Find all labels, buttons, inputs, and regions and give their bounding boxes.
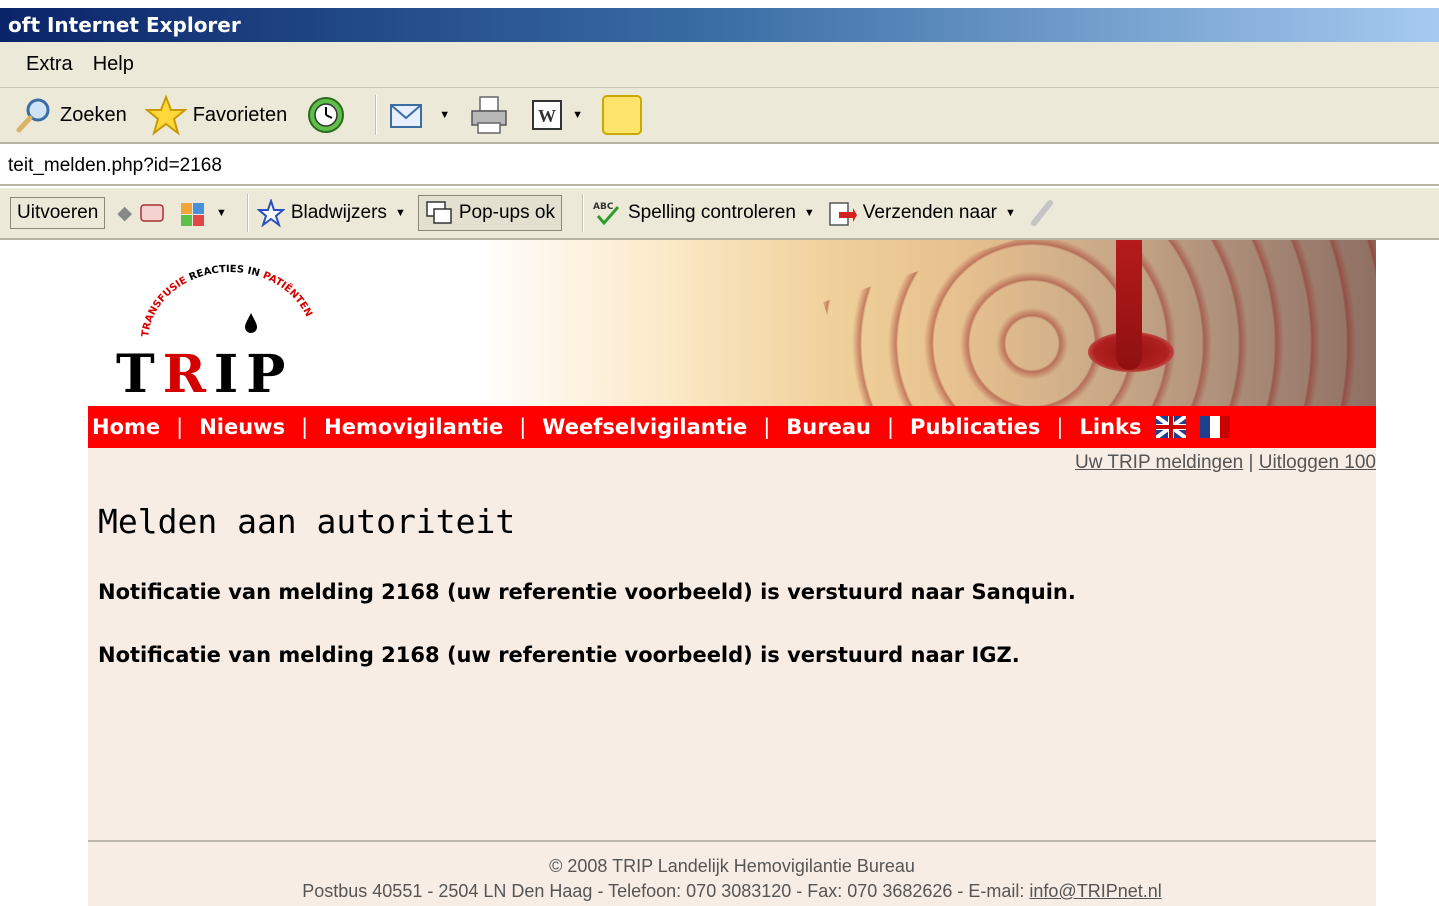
trip-logo[interactable]: TRANSFUSIE REACTIES IN PATIËNTEN TRIP [116, 254, 326, 405]
window-title: oft Internet Explorer [8, 13, 241, 37]
site-header: TRANSFUSIE REACTIES IN PATIËNTEN TRIP [88, 240, 1376, 406]
nav-home[interactable]: Home [92, 415, 160, 439]
nav-separator: | [1056, 415, 1064, 439]
nav-nieuws[interactable]: Nieuws [199, 415, 285, 439]
standard-toolbar: Zoeken Favorieten ▼ W ▼ [0, 88, 1439, 144]
options-button[interactable]: ▼ [178, 198, 227, 228]
svg-text:TRANSFUSIE REACTIES IN PATIËNT: TRANSFUSIE REACTIES IN PATIËNTEN [140, 264, 314, 338]
word-icon: W [532, 100, 563, 130]
french-flag-icon[interactable] [1199, 416, 1230, 438]
address-url[interactable]: teit_melden.php?id=2168 [8, 155, 222, 176]
logo-arc-text: TRANSFUSIE REACTIES IN PATIËNTEN [140, 264, 314, 338]
header-photo-drip [1116, 240, 1142, 370]
chevron-down-icon[interactable]: ▼ [1005, 207, 1016, 219]
chevron-down-icon[interactable]: ▼ [395, 207, 406, 219]
nav-separator: | [763, 415, 771, 439]
favorites-button[interactable]: Favorieten [144, 94, 288, 136]
page-title: Melden aan autoriteit [98, 502, 516, 541]
web-page: TRANSFUSIE REACTIES IN PATIËNTEN TRIP Ho… [88, 240, 1376, 906]
google-toolbar: Uitvoeren ◆ ▼ Bladwijzers ▼ Pop-ups ok A… [0, 188, 1439, 240]
run-button[interactable]: Uitvoeren [10, 197, 106, 229]
popup-icon [426, 201, 452, 224]
nav-separator: | [519, 415, 527, 439]
notification-message: Notificatie van melding 2168 (uw referen… [98, 580, 1076, 604]
logo-arc-middle: REACTIES IN [188, 264, 265, 283]
user-links-separator: | [1248, 452, 1254, 473]
search-button[interactable]: Zoeken [14, 95, 127, 135]
logo-letter-t: T [116, 344, 163, 405]
bookmarks-button[interactable]: Bladwijzers ▼ [256, 199, 406, 227]
footer-contact: Postbus 40551 - 2504 LN Den Haag - Telef… [88, 881, 1376, 902]
highlighter-icon [1030, 200, 1053, 226]
nav-separator: | [886, 415, 895, 439]
history-button[interactable] [305, 94, 347, 136]
popups-label: Pop-ups ok [458, 202, 555, 223]
nav-bureau[interactable]: Bureau [786, 415, 871, 439]
send-icon [829, 202, 857, 226]
footer-address: Postbus 40551 - 2504 LN Den Haag - Telef… [302, 881, 1030, 901]
spellcheck-button[interactable]: ABC Spelling controleren ▼ [592, 198, 815, 228]
pagerank-icon [140, 204, 164, 222]
toolbar-separator [581, 194, 584, 232]
word-button[interactable]: W ▼ [530, 98, 583, 132]
chevron-down-icon[interactable]: ▼ [572, 109, 583, 121]
star-icon [144, 94, 187, 136]
toolbar-separator [246, 194, 249, 232]
nav-weefselvigilantie[interactable]: Weefselvigilantie [542, 415, 747, 439]
address-bar[interactable]: teit_melden.php?id=2168 [0, 146, 1439, 186]
chevron-down-icon[interactable]: ▼ [804, 207, 815, 219]
logout-link[interactable]: Uitloggen 100 [1259, 452, 1376, 473]
header-photo [823, 240, 1376, 406]
run-label: Uitvoeren [17, 202, 99, 223]
uk-flag-icon[interactable] [1155, 416, 1186, 438]
site-nav: Home | Nieuws | Hemovigilantie | Weefsel… [88, 406, 1376, 448]
nav-publicaties[interactable]: Publicaties [910, 415, 1040, 439]
menu-bar: Extra Help [0, 42, 1439, 88]
toolbar-separator [375, 95, 378, 135]
printer-icon [471, 96, 507, 134]
pagerank-button[interactable] [138, 199, 166, 227]
history-icon [308, 97, 345, 133]
spellcheck-icon: ABC [593, 202, 620, 226]
nav-hemovigilantie[interactable]: Hemovigilantie [324, 415, 503, 439]
send-to-button[interactable]: Verzenden naar ▼ [827, 198, 1016, 228]
print-button[interactable] [468, 93, 512, 137]
svg-text:ABC: ABC [593, 202, 614, 212]
menu-help[interactable]: Help [83, 49, 144, 80]
logo-letter-i: I [213, 344, 247, 405]
logo-letter-r: R [162, 344, 214, 405]
popups-button[interactable]: Pop-ups ok [417, 195, 562, 231]
search-icon [16, 98, 50, 133]
logo-letters: TRIP [116, 344, 293, 405]
arrow-icon: ◆ [117, 202, 132, 224]
footer-divider [88, 840, 1376, 842]
note-icon [602, 95, 642, 135]
notification-message: Notificatie van melding 2168 (uw referen… [98, 643, 1020, 667]
spellcheck-label: Spelling controleren [627, 202, 796, 223]
nav-links[interactable]: Links [1080, 415, 1142, 439]
svg-text:W: W [538, 106, 556, 126]
window-title-bar: oft Internet Explorer [0, 8, 1439, 42]
my-reports-link[interactable]: Uw TRIP meldingen [1075, 452, 1243, 473]
blood-drop-icon [245, 313, 257, 333]
user-links: Uw TRIP meldingen | Uitloggen 100 [1075, 448, 1376, 478]
chevron-down-icon[interactable]: ▼ [216, 207, 227, 219]
favorites-label: Favorieten [192, 103, 288, 126]
footer-email-link[interactable]: info@TRIPnet.nl [1029, 881, 1161, 901]
chevron-down-icon[interactable]: ▼ [439, 109, 450, 121]
puzzle-icon [180, 203, 204, 226]
logo-letter-p: P [246, 344, 294, 405]
footer-copyright: © 2008 TRIP Landelijk Hemovigilantie Bur… [549, 856, 915, 876]
mail-icon [390, 104, 423, 128]
nav-separator: | [176, 415, 184, 439]
nav-separator: | [301, 415, 309, 439]
star-outline-icon [256, 199, 285, 227]
bookmarks-label: Bladwijzers [290, 202, 387, 223]
highlight-button[interactable] [1028, 199, 1056, 227]
mail-button[interactable]: ▼ [387, 95, 450, 135]
menu-extra[interactable]: Extra [16, 49, 83, 80]
search-label: Zoeken [60, 103, 127, 126]
note-button[interactable] [601, 94, 643, 136]
send-label: Verzenden naar [862, 202, 997, 223]
